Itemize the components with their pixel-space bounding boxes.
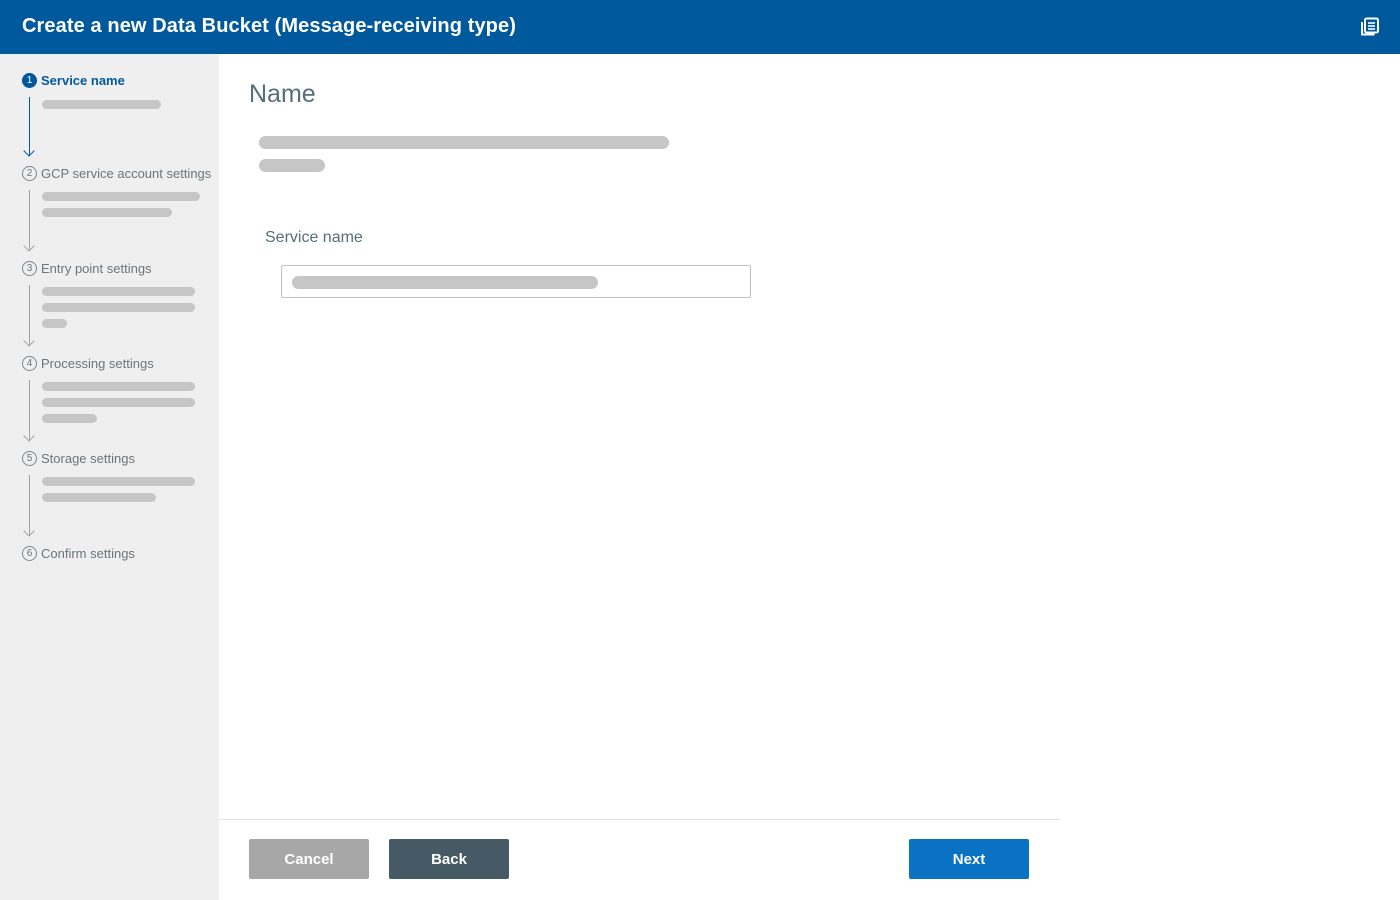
step-processing[interactable]: 4 Processing settings bbox=[22, 355, 154, 371]
placeholder-text-line bbox=[259, 159, 325, 172]
step-label-storage: Storage settings bbox=[41, 450, 135, 466]
step-label-processing: Processing settings bbox=[41, 355, 154, 371]
input-placeholder-bar bbox=[292, 276, 598, 289]
step-label-confirm: Confirm settings bbox=[41, 545, 135, 561]
step-label-service-name: Service name bbox=[41, 72, 125, 88]
footer-divider bbox=[219, 819, 1060, 820]
step-entry-point[interactable]: 3 Entry point settings bbox=[22, 260, 152, 276]
main-content: Name Service name bbox=[219, 54, 1400, 900]
step-number-4: 4 bbox=[22, 355, 37, 371]
step-connector-arrow bbox=[29, 190, 30, 251]
step-number-2: 2 bbox=[22, 165, 37, 181]
step-number-3: 3 bbox=[22, 260, 37, 276]
step-connector-arrow bbox=[29, 475, 30, 536]
step-sidebar: 1 Service name 2 GCP service account set… bbox=[0, 54, 219, 900]
placeholder-text-line bbox=[42, 287, 195, 296]
placeholder-text-line bbox=[42, 414, 97, 423]
placeholder-text-line bbox=[42, 192, 200, 201]
back-button[interactable]: Back bbox=[389, 839, 509, 879]
placeholder-text-line bbox=[42, 303, 195, 312]
placeholder-text-line bbox=[42, 100, 161, 109]
step-service-name[interactable]: 1 Service name bbox=[22, 72, 125, 88]
next-button[interactable]: Next bbox=[909, 839, 1029, 879]
placeholder-text-line bbox=[42, 208, 172, 217]
step-number-1: 1 bbox=[22, 72, 37, 88]
section-title: Name bbox=[249, 80, 316, 108]
step-connector-arrow bbox=[29, 285, 30, 346]
step-number-6: 6 bbox=[22, 545, 37, 561]
placeholder-text-line bbox=[42, 382, 195, 391]
cancel-button[interactable]: Cancel bbox=[249, 839, 369, 879]
placeholder-text-line bbox=[42, 398, 195, 407]
placeholder-text-line bbox=[259, 136, 669, 149]
service-name-label: Service name bbox=[265, 229, 363, 246]
step-connector-arrow bbox=[29, 380, 30, 441]
step-label-entry-point: Entry point settings bbox=[41, 260, 152, 276]
step-number-5: 5 bbox=[22, 450, 37, 466]
step-connector-arrow bbox=[29, 97, 30, 156]
service-name-input[interactable] bbox=[281, 265, 751, 298]
placeholder-text-line bbox=[42, 319, 67, 328]
page-title: Create a new Data Bucket (Message-receiv… bbox=[22, 15, 516, 37]
step-storage[interactable]: 5 Storage settings bbox=[22, 450, 135, 466]
placeholder-text-line bbox=[42, 493, 156, 502]
step-gcp-service-account[interactable]: 2 GCP service account settings bbox=[22, 165, 211, 181]
app-header: Create a new Data Bucket (Message-receiv… bbox=[0, 0, 1400, 54]
step-confirm[interactable]: 6 Confirm settings bbox=[22, 545, 135, 561]
docs-stack-icon[interactable] bbox=[1360, 17, 1380, 37]
placeholder-text-line bbox=[42, 477, 195, 486]
step-label-gcp-service-account: GCP service account settings bbox=[41, 165, 212, 181]
